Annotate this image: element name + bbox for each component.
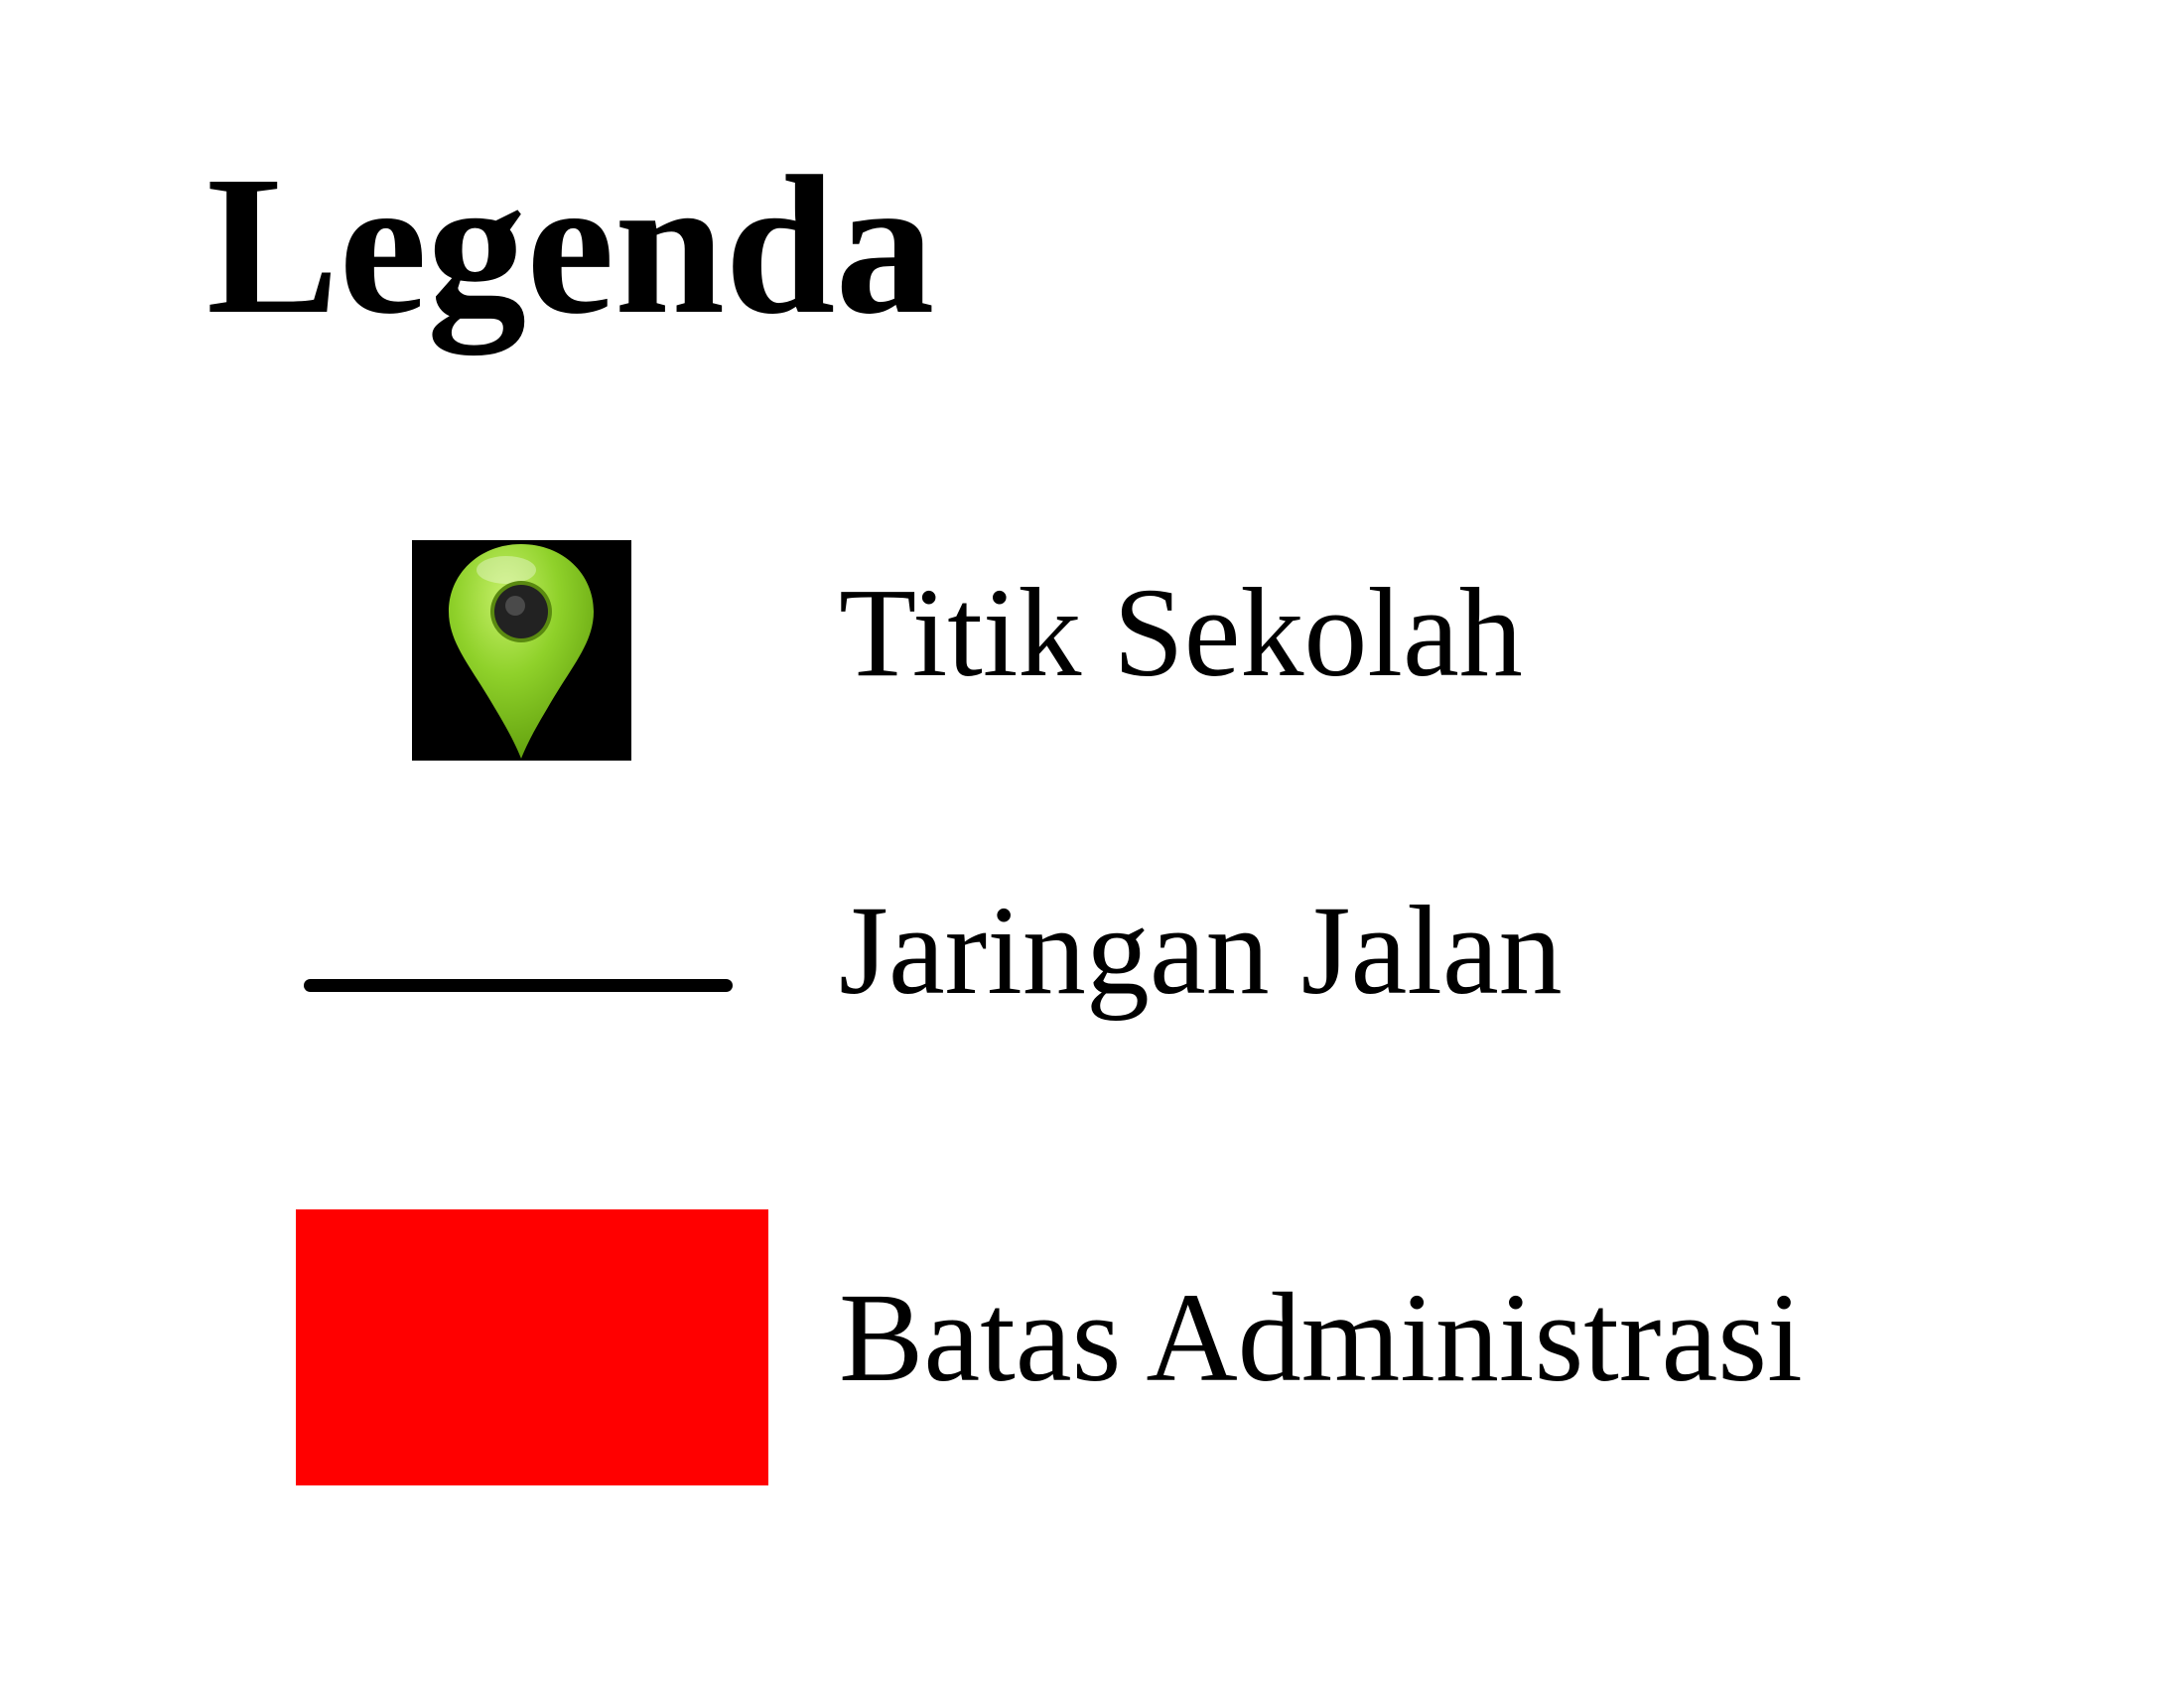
legend-label-administrative-boundary: Batas Administrasi bbox=[839, 1267, 1803, 1408]
road-line-symbol bbox=[304, 979, 733, 992]
admin-boundary-swatch bbox=[296, 1209, 768, 1485]
map-pin-icon bbox=[412, 540, 631, 761]
legend-label-road-network: Jaringan Jalan bbox=[839, 880, 1563, 1021]
legend-label-school-point: Titik Sekolah bbox=[839, 562, 1523, 703]
legend-title: Legenda bbox=[206, 136, 935, 355]
